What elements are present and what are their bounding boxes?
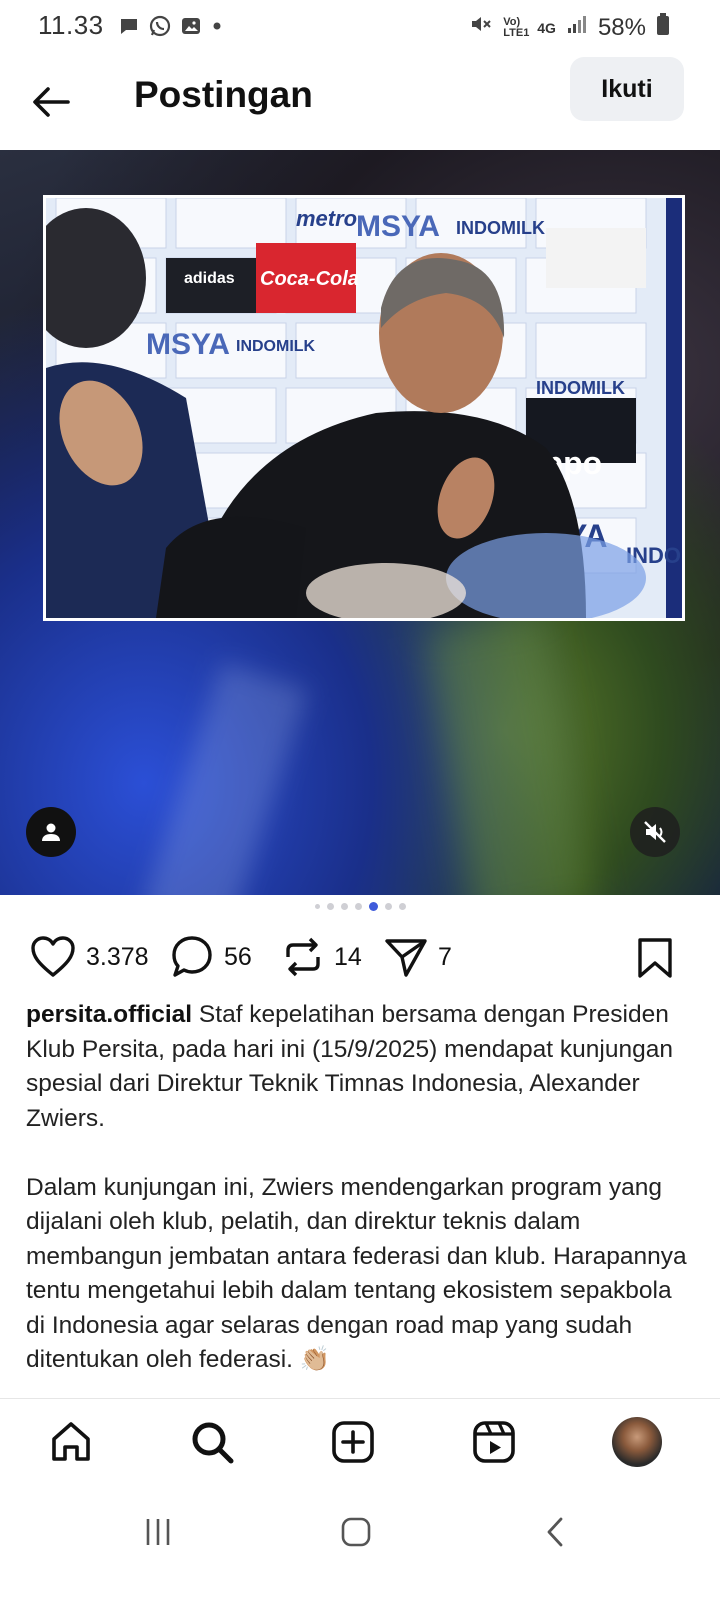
back-system-button[interactable]: [540, 1516, 572, 1553]
nav-create[interactable]: [328, 1417, 378, 1467]
arrow-left-icon: [33, 87, 70, 117]
nav-reels[interactable]: [469, 1417, 519, 1467]
chevron-left-icon: [547, 1517, 563, 1547]
status-time: 11.33: [38, 10, 104, 40]
bookmark-icon: [638, 938, 672, 978]
chat-icon: [118, 15, 140, 42]
carousel-dot: [354, 903, 362, 910]
like-button[interactable]: 3.378: [30, 935, 149, 979]
home-system-button[interactable]: [340, 1516, 372, 1553]
create-icon: [332, 1421, 374, 1463]
carousel-indicator: [0, 902, 720, 911]
background-blur-shape: [142, 662, 308, 895]
carousel-dot: [326, 903, 334, 910]
post-actions: 3.378 56 14 7: [0, 935, 720, 995]
top-app-bar: Postingan Ikuti: [0, 52, 720, 150]
share-button[interactable]: 7: [384, 935, 452, 979]
mute-icon: [469, 12, 493, 43]
background-blur-shape: [424, 611, 596, 895]
caption-paragraph: persita.official Staf kepelatihan bersam…: [26, 998, 696, 1136]
carousel-dot: [384, 903, 392, 910]
search-icon: [192, 1422, 234, 1464]
gallery-icon: [180, 15, 202, 42]
dot-icon: [210, 19, 224, 38]
tagged-people-button[interactable]: [26, 807, 76, 857]
recent-apps-icon: [146, 1519, 170, 1545]
battery-percent: 58%: [597, 13, 646, 41]
people-illustration: [46, 208, 646, 618]
nav-home[interactable]: [46, 1417, 96, 1467]
press-conference-photo: metro MSYA INDOMILK adidas Coca-Cola MSY…: [43, 195, 685, 621]
network-type: 4G: [537, 19, 556, 36]
battery-icon: [656, 12, 670, 43]
nav-profile-avatar[interactable]: [612, 1417, 662, 1467]
carousel-dot: [398, 903, 406, 910]
repost-icon: [286, 937, 320, 977]
bottom-navigation: [0, 1398, 720, 1489]
repost-button[interactable]: 14: [282, 935, 362, 979]
follow-button[interactable]: Ikuti: [570, 57, 684, 121]
share-count: 7: [438, 942, 452, 971]
comment-button[interactable]: 56: [170, 935, 252, 979]
caption-username[interactable]: persita.official: [26, 1001, 192, 1028]
signal-icon: [566, 13, 588, 42]
status-notification-icons: [118, 14, 224, 43]
network-label: Vo) LTE1: [503, 15, 530, 39]
whatsapp-icon: [148, 14, 172, 43]
comment-icon: [172, 936, 212, 977]
save-button[interactable]: [636, 937, 674, 984]
caption-text: Dalam kunjungan ini, Zwiers mendengarkan…: [26, 1173, 687, 1374]
carousel-dot: [314, 904, 320, 909]
person-icon: [42, 823, 60, 841]
heart-icon: [31, 936, 75, 977]
comment-count: 56: [224, 942, 252, 971]
carousel-dot: [340, 903, 348, 910]
status-right-group: Vo) LTE1 4G 58%: [469, 12, 670, 43]
system-navigation-bar: [0, 1490, 720, 1600]
post-caption: persita.official Staf kepelatihan bersam…: [26, 998, 696, 1378]
back-button[interactable]: [28, 78, 76, 126]
send-icon: [385, 939, 427, 977]
post-media[interactable]: metro MSYA INDOMILK adidas Coca-Cola MSY…: [0, 150, 720, 895]
nav-search[interactable]: [187, 1417, 237, 1467]
home-icon: [52, 1422, 90, 1461]
like-count: 3.378: [86, 942, 149, 971]
carousel-dot-active: [368, 902, 378, 911]
page-title: Postingan: [134, 74, 313, 115]
recent-apps-button[interactable]: [142, 1516, 174, 1553]
home-square-icon: [341, 1517, 371, 1547]
reels-icon: [473, 1421, 515, 1463]
repost-count: 14: [334, 942, 362, 971]
audio-mute-button[interactable]: [630, 807, 680, 857]
status-bar: 11.33 Vo) LTE1 4G 58%: [0, 0, 720, 52]
speaker-muted-icon: [644, 821, 666, 843]
